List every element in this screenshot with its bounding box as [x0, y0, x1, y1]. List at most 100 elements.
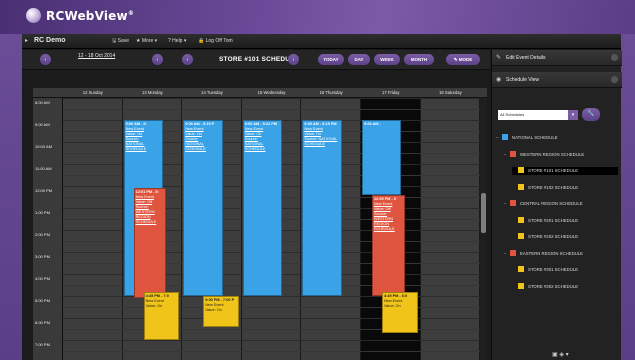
edit-icon: ✎ — [496, 55, 502, 61]
event-text: SCHEDULE — [135, 220, 157, 225]
schedule-tree-item[interactable]: – CENTRAL REGION SCHEDULE — [504, 200, 618, 208]
month-view-button[interactable]: MONTH — [404, 54, 434, 65]
time-label: 10:00 AM — [35, 144, 52, 149]
time-label: 4:00 PM — [35, 276, 50, 281]
date-range-link[interactable]: 12 - 18 Oct 2014 — [78, 53, 115, 59]
schedule-color-swatch — [518, 167, 524, 174]
prev-week-button[interactable]: ‹ — [40, 54, 51, 65]
schedule-color-swatch — [518, 266, 524, 273]
next-schedule-button[interactable]: › — [288, 54, 299, 65]
time-label: 7:00 PM — [35, 342, 50, 347]
schedule-view-header[interactable]: ◉ Schedule View — [492, 72, 622, 88]
schedule-tree-item[interactable]: STORE #101 SCHEDULE — [512, 167, 618, 175]
prev-schedule-button[interactable]: ‹ — [182, 54, 193, 65]
today-button[interactable]: TODAY — [318, 54, 344, 65]
day-view-button[interactable]: DAY — [348, 54, 370, 65]
panel-footer-icons[interactable]: ▣ ◈ ▾ — [552, 351, 569, 358]
schedule-color-swatch — [510, 200, 516, 207]
event-text: SCHEDULE — [125, 147, 147, 151]
brand-logo: RCWebView® — [26, 8, 134, 23]
schedule-color-swatch — [510, 249, 516, 256]
collapse-icon[interactable] — [611, 54, 618, 61]
wrench-button[interactable]: 🔧 — [582, 108, 600, 121]
time-label: 8:00 AM — [35, 100, 50, 105]
schedule-tree-item[interactable]: – EASTERN REGION SCHEDULE — [504, 249, 618, 258]
mode-button[interactable]: ✎ MODE — [446, 54, 480, 65]
help-menu[interactable]: ? Help ▾ — [168, 38, 186, 44]
schedule-tree-item[interactable]: STORE #302 SCHEDULE — [512, 282, 618, 291]
half-hour-line — [63, 109, 480, 110]
calendar-event[interactable]: 9:00 AM - — [362, 120, 402, 195]
day-header: 15 Wednesday — [257, 90, 286, 95]
next-week-button[interactable]: › — [152, 54, 163, 65]
more-menu[interactable]: ★ More ▾ — [136, 38, 157, 44]
day-header: 17 Friday — [382, 90, 400, 95]
calendar-event[interactable]: 9:00 AM - 5:15 PM New Event Value: On Sourc… — [302, 120, 342, 296]
schedule-tree-item[interactable]: STORE #201 SCHEDULE — [512, 216, 618, 225]
calendar-event[interactable]: 12:00 PM - 5 New Event Value: Off Source: WE… — [372, 194, 405, 296]
schedule-select[interactable]: All Schedules — [498, 110, 568, 120]
event-text: Value: On — [205, 308, 222, 312]
logo-icon — [26, 8, 41, 23]
hour-line — [63, 98, 480, 99]
calendar-event[interactable]: 9:00 AM - 5:15 P New Event Value: On Source… — [183, 120, 223, 296]
time-label: 3:00 PM — [35, 254, 50, 259]
calendar-event[interactable]: 9:00 AM - 5:22 PM New Event Value: On Sourc… — [242, 120, 283, 296]
schedule-tree-item[interactable]: – NATIONAL SCHEDULE — [496, 134, 618, 142]
expand-icon[interactable]: ▸ — [25, 37, 28, 44]
edit-event-details-header[interactable]: ✎ Edit Event Details — [492, 50, 622, 66]
schedule-title: STORE #101 SCHEDULE — [219, 56, 299, 63]
schedule-tree-item[interactable]: STORE #202 SCHEDULE — [512, 233, 618, 241]
day-header: 13 Monday — [142, 90, 163, 95]
half-hour-line — [63, 351, 480, 352]
schedule-color-swatch — [510, 150, 516, 157]
event-text: SCHEDULE — [185, 147, 206, 151]
calendar-scrollbar[interactable] — [480, 98, 487, 360]
calendar-toolbar: ‹ 12 - 18 Oct 2014 › ‹ STORE #101 SCHEDU… — [22, 50, 490, 70]
week-calendar: 12 Sunday 13 Monday 14 Tuesday 15 Wednesday… — [33, 88, 487, 360]
day-header: 14 Tuesday — [201, 90, 223, 95]
schedule-tree-label: STORE #302 SCHEDULE — [528, 283, 579, 289]
menu-bar: ▸ RC Demo 🖫 Save ★ More ▾ ? Help ▾ 🔒 Log… — [22, 34, 621, 49]
schedule-tree-item[interactable]: STORE #301 SCHEDULE — [512, 266, 618, 274]
calendar-event[interactable]: 4:45 PM - 7:0 New Event Value: On — [143, 291, 180, 340]
right-panel: ✎ Edit Event Details ◉ Schedule View All… — [491, 50, 622, 360]
chevron-down-icon[interactable]: ▾ — [568, 110, 578, 120]
time-label: 11:00 AM — [35, 166, 52, 171]
brand-name: RCWebView® — [46, 8, 135, 23]
calendar-event[interactable]: 5:00 PM - 7:00 P New Event Value: On — [203, 296, 239, 327]
day-column[interactable] — [420, 98, 481, 360]
schedule-tree-label: NATIONAL SCHEDULE — [512, 135, 558, 140]
schedule-tree-label: STORE #102 SCHEDULE — [528, 184, 579, 190]
save-menu[interactable]: 🖫 Save — [112, 38, 129, 46]
event-text: SCHEDULE — [304, 142, 326, 146]
schedule-tree-label: WESTERN REGION SCHEDULE — [520, 151, 585, 157]
eye-icon: ◉ — [496, 77, 502, 83]
schedule-color-swatch — [518, 233, 524, 240]
calendar-event[interactable]: 12:01 PM - 5: New Event Value: Off Source: W… — [133, 188, 167, 299]
day-header: 12 Sunday — [82, 90, 103, 95]
time-label: 6:00 PM — [35, 320, 50, 325]
logoff-menu[interactable]: 🔒 Log Off Tom — [198, 38, 233, 44]
time-label: 9:00 AM — [35, 122, 50, 127]
schedule-tree-label: EASTERN REGION SCHEDULE — [520, 250, 584, 256]
event-text: SCHEDULE — [374, 226, 395, 231]
right-margin — [621, 34, 635, 360]
event-time: 9:00 AM - — [364, 122, 381, 126]
schedule-color-swatch — [518, 216, 524, 223]
schedule-color-swatch — [502, 134, 508, 141]
schedule-tree-item[interactable]: – WESTERN REGION SCHEDULE — [504, 150, 618, 159]
app-title: RC Demo — [34, 37, 66, 44]
schedule-tree-item[interactable]: STORE #102 SCHEDULE — [512, 183, 618, 192]
calendar-event[interactable]: 4:45 PM - 6:0 New Event Value: On — [382, 291, 418, 334]
time-label: 1:00 PM — [35, 210, 50, 215]
event-text: SCHEDULE — [244, 147, 266, 151]
time-label: 5:00 PM — [35, 298, 50, 303]
collapse-icon[interactable] — [611, 76, 618, 83]
day-column[interactable] — [63, 98, 123, 360]
schedule-color-swatch — [518, 282, 524, 289]
scroll-thumb[interactable] — [481, 193, 486, 233]
time-label: 12:00 PM — [35, 188, 53, 193]
week-view-button[interactable]: WEEK — [374, 54, 400, 65]
schedule-tree-label: STORE #101 SCHEDULE — [528, 168, 579, 173]
